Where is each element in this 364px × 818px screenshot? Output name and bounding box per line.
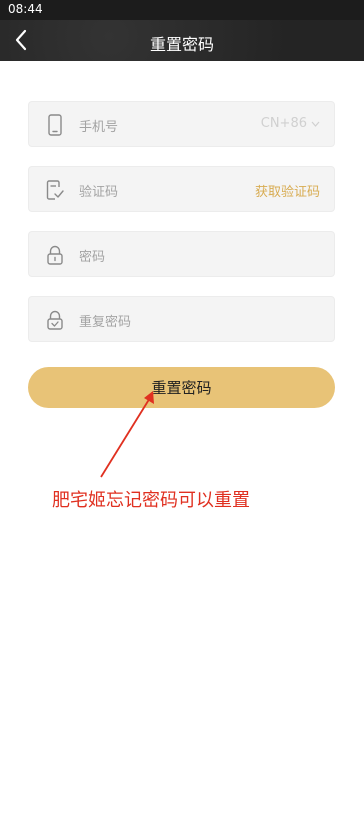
page-title: 重置密码 <box>149 35 214 54</box>
country-code-selector[interactable]: CN+86 <box>261 116 320 131</box>
annotation-text: 肥宅姬忘记密码可以重置 <box>52 490 250 511</box>
status-time: 08:44 <box>8 2 43 16</box>
verify-code-field[interactable]: 验证码 获取验证码 <box>28 166 335 212</box>
password-placeholder: 密码 <box>79 250 106 265</box>
phone-field[interactable]: 手机号 CN+86 <box>28 101 335 147</box>
lock-check-icon <box>45 309 65 331</box>
lock-icon <box>45 244 65 266</box>
chevron-down-icon <box>311 121 320 127</box>
verify-code-icon <box>45 179 65 201</box>
status-bar: 08:44 <box>0 0 364 20</box>
reset-password-button[interactable]: 重置密码 <box>28 367 335 408</box>
nav-bar: 重置密码 <box>0 20 364 61</box>
get-code-button[interactable]: 获取验证码 <box>255 181 320 200</box>
phone-placeholder: 手机号 <box>79 120 119 135</box>
phone-icon <box>45 114 65 136</box>
confirm-password-field[interactable]: 重复密码 <box>28 296 335 342</box>
verify-code-placeholder: 验证码 <box>79 185 119 200</box>
country-code-label: CN+86 <box>260 116 307 131</box>
password-field[interactable]: 密码 <box>28 231 335 277</box>
confirm-password-placeholder: 重复密码 <box>79 315 132 330</box>
